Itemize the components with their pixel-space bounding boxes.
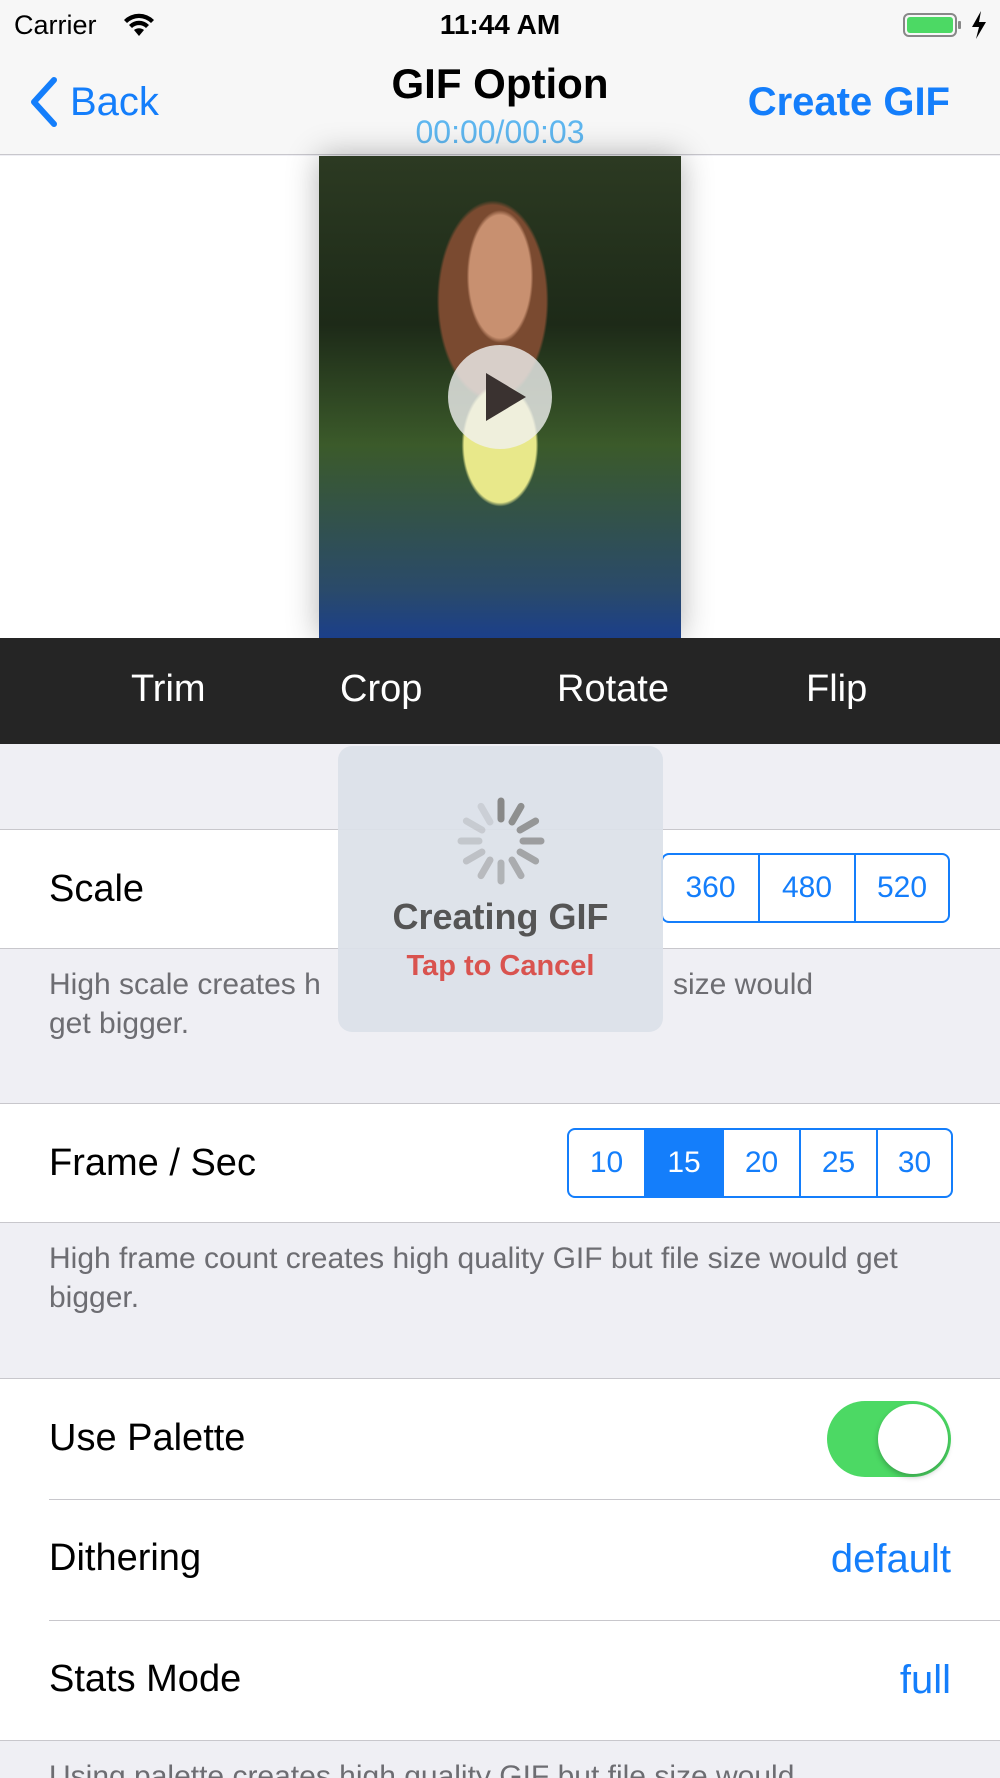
- use-palette-toggle[interactable]: [827, 1401, 951, 1477]
- toggle-knob: [878, 1404, 948, 1474]
- video-preview-area: [0, 156, 1000, 638]
- separator: [49, 1620, 1000, 1621]
- scale-footer-tail: size would: [673, 968, 814, 1001]
- crop-button[interactable]: Crop: [340, 668, 422, 711]
- dithering-value[interactable]: default: [831, 1537, 951, 1582]
- hud-title: Creating GIF: [392, 896, 609, 937]
- navigation-bar: Back GIF Option 00:00/00:03 Create GIF: [0, 50, 1000, 155]
- battery-icon: [903, 13, 961, 37]
- create-gif-button[interactable]: Create GIF: [748, 80, 950, 125]
- separator: [49, 1499, 1000, 1500]
- frame-rate-footer: High frame count creates high quality GI…: [49, 1242, 898, 1314]
- rotate-button[interactable]: Rotate: [557, 668, 669, 711]
- scale-option-520[interactable]: 520: [854, 855, 948, 921]
- fps-option-10[interactable]: 10: [569, 1130, 644, 1196]
- scale-option-480[interactable]: 480: [758, 855, 854, 921]
- fps-option-30[interactable]: 30: [876, 1130, 951, 1196]
- tap-to-cancel-label[interactable]: Tap to Cancel: [338, 950, 663, 983]
- use-palette-label: Use Palette: [49, 1417, 246, 1459]
- fps-option-25[interactable]: 25: [799, 1130, 876, 1196]
- frame-rate-cell: Frame / Sec 10 15 20 25 30: [0, 1103, 1000, 1223]
- status-time: 11:44 AM: [439, 9, 561, 40]
- frame-rate-label: Frame / Sec: [49, 1142, 256, 1184]
- scale-label: Scale: [49, 868, 145, 910]
- scale-footer: High scale creates h: [49, 968, 321, 1001]
- scale-segmented-control: 360 480 520: [661, 853, 950, 923]
- creating-gif-hud[interactable]: Creating GIF Tap to Cancel: [338, 746, 663, 1032]
- frame-rate-segmented-control: 10 15 20 25 30: [567, 1128, 953, 1198]
- palette-group: Use Palette Dithering default Stats Mode…: [0, 1378, 1000, 1741]
- play-icon: [486, 373, 526, 421]
- dithering-label: Dithering: [49, 1537, 202, 1579]
- scale-option-360[interactable]: 360: [663, 855, 758, 921]
- flip-button[interactable]: Flip: [806, 668, 867, 711]
- fps-option-15[interactable]: 15: [644, 1130, 722, 1196]
- spinner-icon: [457, 797, 545, 885]
- play-button[interactable]: [448, 345, 552, 449]
- edit-toolbar: Trim Crop Rotate Flip: [0, 638, 1000, 744]
- status-bar: Carrier 11:44 AM: [0, 0, 1000, 50]
- stats-mode-value[interactable]: full: [900, 1658, 951, 1703]
- trim-button[interactable]: Trim: [131, 668, 206, 711]
- stats-mode-label: Stats Mode: [49, 1658, 242, 1700]
- fps-option-20[interactable]: 20: [722, 1130, 799, 1196]
- palette-footer: Using palette creates high quality GIF b…: [49, 1760, 795, 1778]
- charging-bolt-icon: [972, 11, 986, 39]
